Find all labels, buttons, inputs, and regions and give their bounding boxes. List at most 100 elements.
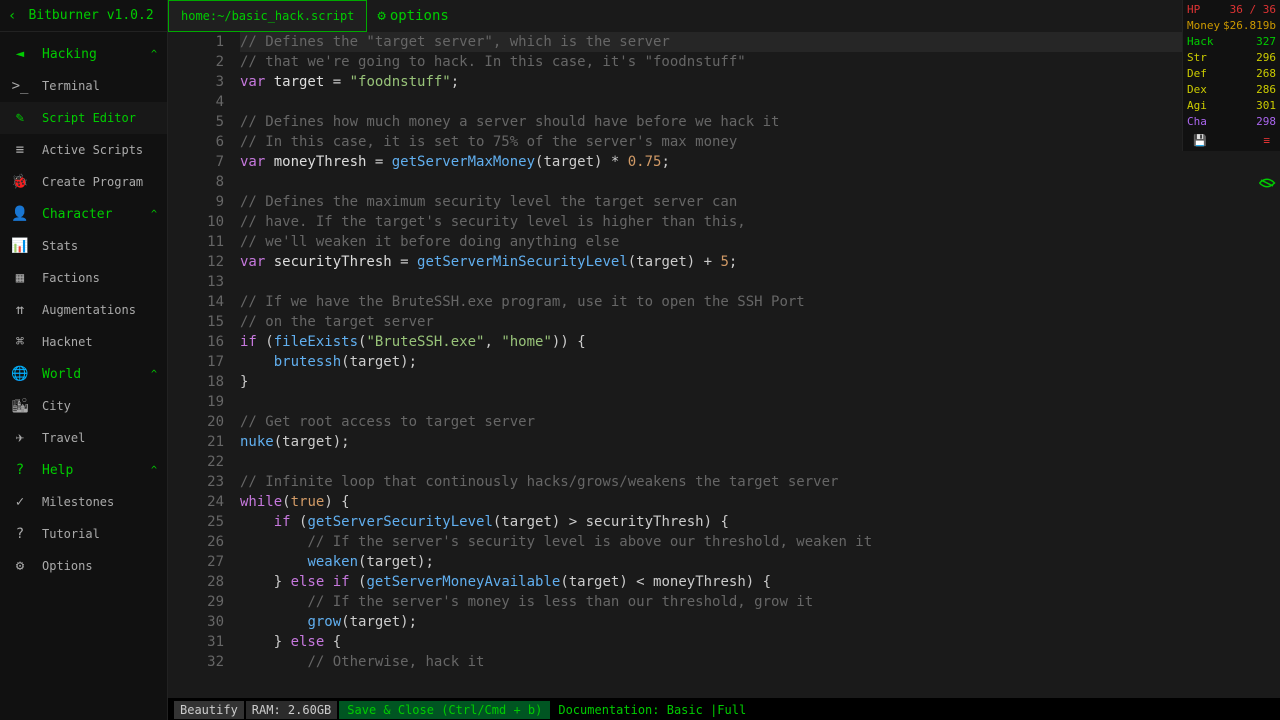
eye-icon[interactable] [1258,176,1276,194]
nav-item-stats[interactable]: 📊Stats [0,230,167,262]
dex-value: 286 [1256,82,1276,98]
code-line[interactable] [240,172,1280,192]
line-number: 8 [168,172,224,192]
globe-icon: 🌐 [8,366,32,382]
nav-item-label: Active Scripts [42,143,143,157]
code-line[interactable]: // Defines the maximum security level th… [240,192,1280,212]
ram-usage: RAM: 2.60GB [246,701,337,719]
code-line[interactable]: if (fileExists("BruteSSH.exe", "home")) … [240,332,1280,352]
code-line[interactable]: grow(target); [240,612,1280,632]
line-number: 29 [168,592,224,612]
line-number: 2 [168,52,224,72]
line-gutter: 1234567891011121314151617181920212223242… [168,32,238,698]
save-icon[interactable]: 💾 [1193,134,1207,147]
code-line[interactable]: // we'll weaken it before doing anything… [240,232,1280,252]
code-line[interactable]: brutessh(target); [240,352,1280,372]
line-number: 26 [168,532,224,552]
nav-group-label: World [42,367,81,382]
caret-icon: >_ [8,78,32,94]
code-line[interactable]: // In this case, it is set to 75% of the… [240,132,1280,152]
nav-group-hacking[interactable]: ◄Hacking^ [0,38,167,70]
line-number: 6 [168,132,224,152]
code-line[interactable]: // If the server's security level is abo… [240,532,1280,552]
code-line[interactable]: // Defines how much money a server shoul… [240,112,1280,132]
code-line[interactable]: // If the server's money is less than ou… [240,592,1280,612]
str-value: 296 [1256,50,1276,66]
nav-group-help[interactable]: ?Help^ [0,454,167,486]
code-line[interactable]: while(true) { [240,492,1280,512]
stats-panel: HP36 / 36 Money$26.819b Hack327 Str296 D… [1182,0,1280,151]
line-number: 25 [168,512,224,532]
line-number: 18 [168,372,224,392]
str-label: Str [1187,50,1207,66]
plane-icon: ✈ [8,430,32,446]
nav-item-options[interactable]: ⚙Options [0,550,167,582]
code-editor[interactable]: 1234567891011121314151617181920212223242… [168,32,1280,698]
nav-item-travel[interactable]: ✈Travel [0,422,167,454]
code-line[interactable]: // have. If the target's security level … [240,212,1280,232]
status-bar: Beautify RAM: 2.60GB Save & Close (Ctrl/… [168,698,1280,720]
code-line[interactable] [240,452,1280,472]
code-line[interactable]: } [240,372,1280,392]
nav-item-augmentations[interactable]: ⇈Augmentations [0,294,167,326]
code-line[interactable] [240,392,1280,412]
back-icon[interactable]: ‹ [8,8,16,24]
app-title: Bitburner v1.0.2 [28,8,153,23]
nav-item-hacknet[interactable]: ⌘Hacknet [0,326,167,358]
code-line[interactable]: var securityThresh = getServerMinSecurit… [240,252,1280,272]
line-number: 22 [168,452,224,472]
code-line[interactable]: // Defines the "target server", which is… [240,32,1280,52]
nav-item-city[interactable]: 🏙City [0,390,167,422]
line-number: 9 [168,192,224,212]
documentation-link[interactable]: Documentation: Basic |Full [552,701,752,719]
nav-item-create-program[interactable]: 🐞Create Program [0,166,167,198]
nav-item-factions[interactable]: ▦ Factions [0,262,167,294]
nav-item-label: City [42,399,71,413]
code-line[interactable]: // that we're going to hack. In this cas… [240,52,1280,72]
code-line[interactable]: // Infinite loop that continously hacks/… [240,472,1280,492]
beautify-button[interactable]: Beautify [174,701,244,719]
line-number: 3 [168,72,224,92]
line-number: 23 [168,472,224,492]
nav-item-tutorial[interactable]: ?Tutorial [0,518,167,550]
nav-item-label: Factions [42,271,100,285]
person-icon: 👤 [8,206,32,222]
chevron-up-icon: ^ [151,369,157,380]
save-close-button[interactable]: Save & Close (Ctrl/Cmd + b) [339,701,550,719]
nav-item-milestones[interactable]: ✓Milestones [0,486,167,518]
code-line[interactable]: // If we have the BruteSSH.exe program, … [240,292,1280,312]
code-line[interactable]: // Otherwise, hack it [240,652,1280,672]
line-number: 27 [168,552,224,572]
contacts-icon: ▦ [8,270,32,286]
nav-item-label: Stats [42,239,78,253]
main: home:~/basic_hack.script ⚙options 123456… [168,0,1280,720]
line-number: 12 [168,252,224,272]
nav-item-terminal[interactable]: >_Terminal [0,70,167,102]
nav-group-world[interactable]: 🌐 World ^ [0,358,167,390]
code-line[interactable]: var target = "foodnstuff"; [240,72,1280,92]
code-line[interactable]: } else { [240,632,1280,652]
code-line[interactable]: weaken(target); [240,552,1280,572]
account-tree-icon: ⌘ [8,334,32,350]
code-content[interactable]: // Defines the "target server", which is… [238,32,1280,698]
line-number: 24 [168,492,224,512]
code-line[interactable]: } else if (getServerMoneyAvailable(targe… [240,572,1280,592]
nav-item-active-scripts[interactable]: ≡Active Scripts [0,134,167,166]
line-number: 5 [168,112,224,132]
kill-icon[interactable]: ≡ [1263,134,1270,147]
nav-item-script-editor[interactable]: ✎Script Editor [0,102,167,134]
code-line[interactable] [240,92,1280,112]
hack-label: Hack [1187,34,1214,50]
code-line[interactable]: // Get root access to target server [240,412,1280,432]
code-line[interactable]: if (getServerSecurityLevel(target) > sec… [240,512,1280,532]
nav-group-character[interactable]: 👤Character^ [0,198,167,230]
nav-item-label: Milestones [42,495,114,509]
code-line[interactable]: var moneyThresh = getServerMaxMoney(targ… [240,152,1280,172]
options-button[interactable]: ⚙options [377,8,448,24]
code-line[interactable]: // on the target server [240,312,1280,332]
file-tab[interactable]: home:~/basic_hack.script [168,0,367,32]
line-number: 11 [168,232,224,252]
code-line[interactable]: nuke(target); [240,432,1280,452]
hp-label: HP [1187,2,1200,18]
code-line[interactable] [240,272,1280,292]
